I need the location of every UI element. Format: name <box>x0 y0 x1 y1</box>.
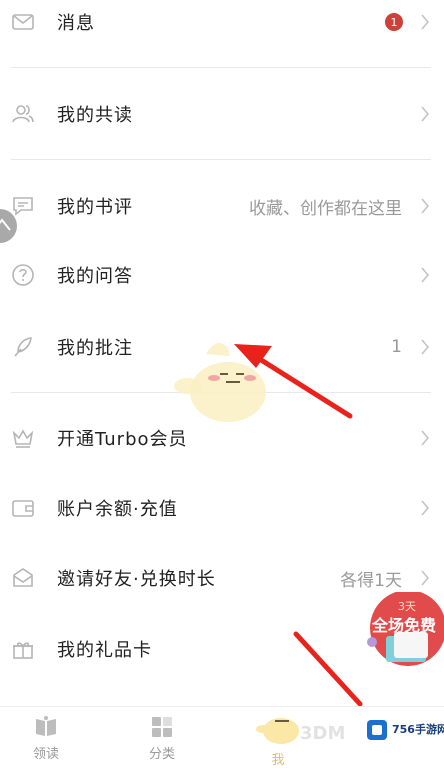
menu-item-label: 我的礼品卡 <box>57 640 152 661</box>
wallet-icon <box>12 500 34 517</box>
promo-badge[interactable]: 3天 全场免费 <box>364 590 444 670</box>
menu-item-label: 消息 <box>57 13 95 34</box>
watermark-text: 756手游网 <box>392 723 444 736</box>
tab-category[interactable]: 分类 <box>132 715 192 762</box>
chevron-right-icon <box>421 570 430 586</box>
tab-label: 我 <box>271 753 285 768</box>
envelope-icon <box>13 568 33 587</box>
chevron-right-icon <box>421 339 430 355</box>
menu-item-shared-reading[interactable]: 我的共读 <box>0 84 444 144</box>
tab-label: 分类 <box>148 747 175 762</box>
menu-item-label: 邀请好友·兑换时长 <box>57 569 216 590</box>
people-icon <box>12 105 34 123</box>
watermark-logo: 756手游网 <box>366 718 444 742</box>
tab-me[interactable]: 我 <box>248 715 308 768</box>
divider <box>11 159 431 160</box>
menu-item-label: 我的批注 <box>57 338 133 359</box>
gift-icon <box>13 642 33 659</box>
menu-item-label: 账户余额·充值 <box>57 499 178 520</box>
mail-icon <box>12 14 34 30</box>
chevron-right-icon <box>421 500 430 516</box>
grid-icon <box>152 717 172 737</box>
red-arrow-annotation <box>234 344 353 419</box>
menu-item-hint: 各得1天 <box>340 570 402 591</box>
menu-item-label: 我的书评 <box>57 197 133 218</box>
chevron-right-icon <box>421 198 430 214</box>
chevron-right-icon <box>421 267 430 283</box>
floating-assist-icon[interactable] <box>0 206 18 246</box>
tab-label: 领读 <box>32 747 59 762</box>
menu-item-reviews[interactable]: 我的书评 收藏、创作都在这里 <box>0 176 444 236</box>
menu-item-messages[interactable]: 消息 1 <box>0 0 444 52</box>
menu-item-label: 开通Turbo会员 <box>57 429 188 450</box>
mascot-icon <box>256 718 299 744</box>
chevron-right-icon <box>421 430 430 446</box>
tab-leading-reading[interactable]: 领读 <box>16 715 76 762</box>
question-icon <box>12 264 34 286</box>
chevron-right-icon <box>421 14 430 30</box>
chevron-right-icon <box>421 106 430 122</box>
feather-icon <box>14 337 32 357</box>
menu-item-hint: 1 <box>391 337 402 357</box>
menu-item-hint: 收藏、创作都在这里 <box>249 198 402 219</box>
menu-item-qa[interactable]: 我的问答 <box>0 245 444 305</box>
promo-text: 全场免费 <box>372 616 437 635</box>
menu-item-label: 我的共读 <box>57 105 133 126</box>
unread-badge: 1 <box>385 13 403 31</box>
divider <box>11 67 431 68</box>
red-arrow-annotation <box>293 631 363 707</box>
book-icon <box>36 716 56 736</box>
watermark-3dm: 3DM <box>300 723 346 744</box>
brand-logo-icon <box>367 720 387 740</box>
menu-item-balance[interactable]: 账户余额·充值 <box>0 478 444 538</box>
menu-item-label: 我的问答 <box>57 266 133 287</box>
crown-icon <box>12 429 34 448</box>
